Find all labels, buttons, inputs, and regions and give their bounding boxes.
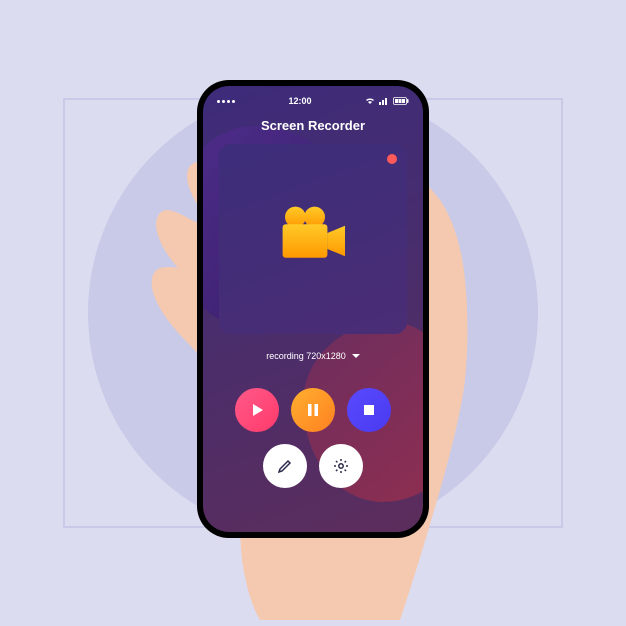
play-button[interactable] <box>235 388 279 432</box>
phone-frame: 12:00 Screen Recorder <box>197 80 429 538</box>
signal-dots-icon <box>217 100 235 103</box>
phone-screen: 12:00 Screen Recorder <box>203 86 423 532</box>
play-icon <box>249 402 265 418</box>
edit-button[interactable] <box>263 444 307 488</box>
cellular-icon <box>379 97 389 105</box>
tool-controls <box>203 444 423 488</box>
camera-icon <box>273 197 353 282</box>
playback-controls <box>203 388 423 432</box>
stop-icon <box>361 402 377 418</box>
pause-icon <box>305 402 321 418</box>
status-bar: 12:00 <box>217 96 409 106</box>
wifi-icon <box>365 97 375 105</box>
resolution-label: recording 720x1280 <box>266 351 346 361</box>
recording-indicator-icon <box>387 154 397 164</box>
pause-button[interactable] <box>291 388 335 432</box>
gear-icon <box>333 458 349 474</box>
settings-button[interactable] <box>319 444 363 488</box>
app-title: Screen Recorder <box>203 118 423 133</box>
resolution-selector[interactable]: recording 720x1280 <box>203 351 423 361</box>
pencil-icon <box>277 458 293 474</box>
status-time: 12:00 <box>288 96 311 106</box>
battery-icon <box>393 97 409 105</box>
stop-button[interactable] <box>347 388 391 432</box>
chevron-down-icon <box>352 354 360 359</box>
preview-card <box>219 144 407 334</box>
